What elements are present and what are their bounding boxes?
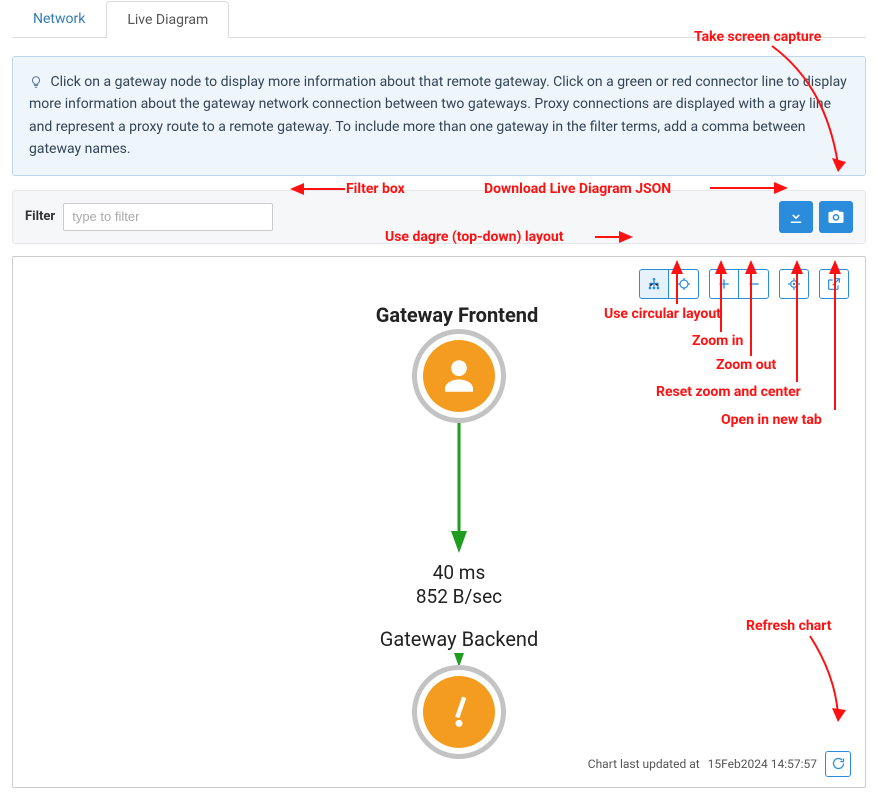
node-backend[interactable]: [412, 665, 506, 759]
refresh-button[interactable]: [825, 751, 851, 777]
refresh-icon: [831, 756, 846, 771]
filter-label: Filter: [25, 209, 55, 224]
tab-bar: Network Live Diagram: [12, 0, 866, 38]
connection-edge[interactable]: [451, 423, 467, 553]
user-icon: [438, 355, 480, 397]
screenshot-button[interactable]: [819, 201, 853, 233]
lightbulb-icon: [29, 74, 43, 92]
node-frontend[interactable]: [412, 329, 506, 423]
info-box: Click on a gateway node to display more …: [12, 56, 866, 176]
filter-bar: Filter: [12, 190, 866, 244]
alert-icon: [438, 691, 480, 733]
status-time: 15Feb2024 14:57:57: [708, 757, 817, 771]
filter-input[interactable]: [63, 203, 273, 231]
tab-live-diagram[interactable]: Live Diagram: [106, 1, 229, 38]
camera-icon: [827, 208, 845, 226]
node-backend-label: Gateway Backend: [329, 627, 589, 651]
diagram-panel: Gateway Frontend 40 ms 852 B/sec Gateway…: [12, 256, 866, 788]
download-icon: [787, 208, 805, 226]
throughput: 852 B/sec: [359, 585, 559, 610]
info-text: Click on a gateway node to display more …: [29, 74, 847, 157]
node-frontend-label: Gateway Frontend: [327, 303, 587, 327]
edge-metrics: 40 ms 852 B/sec: [359, 561, 559, 610]
status-prefix: Chart last updated at: [588, 757, 700, 771]
diagram-canvas[interactable]: Gateway Frontend 40 ms 852 B/sec Gateway…: [27, 271, 851, 773]
latency: 40 ms: [359, 561, 559, 586]
tab-network[interactable]: Network: [12, 0, 106, 37]
status-bar: Chart last updated at 15Feb2024 14:57:57: [588, 751, 851, 777]
download-json-button[interactable]: [779, 201, 813, 233]
